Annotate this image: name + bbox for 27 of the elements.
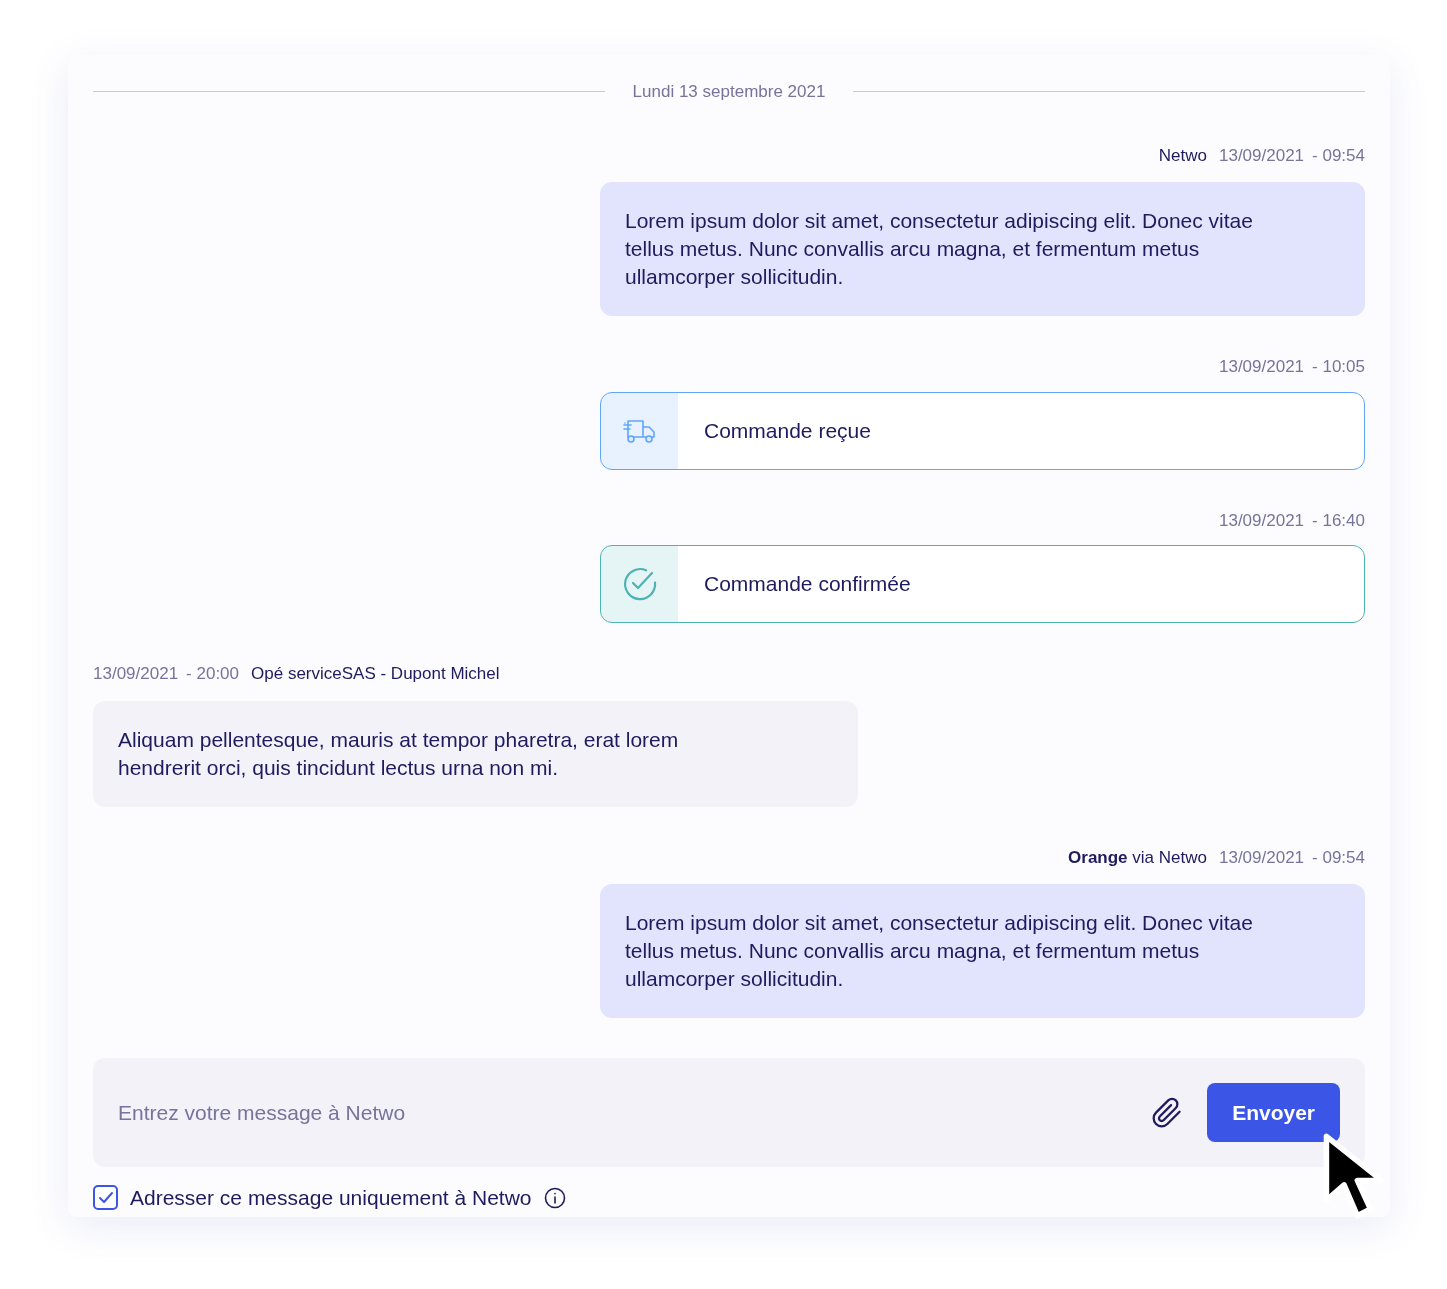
message-input[interactable]: Entrez votre message à Netwo: [118, 1096, 1152, 1129]
message-date: 13/09/2021: [1218, 356, 1305, 378]
status-text: Commande reçue: [704, 417, 871, 444]
message-date: 13/09/2021: [1218, 144, 1305, 167]
send-button[interactable]: Envoyer: [1207, 1083, 1340, 1142]
message-bubble: Aliquam pellentesque, mauris at tempor pharetra, erat lorem hendrerit orci, quis tincidunt lectus urna non mi.: [93, 700, 858, 807]
status-text: Commande confirmée: [704, 571, 911, 598]
message-time: - 09:54: [1312, 846, 1365, 869]
message-bubble: Lorem ipsum dolor sit amet, consectetur adipiscing elit. Donec vitae tellus metus. Nunc convallis arcu magna, et fermentum metus ullamcorper sollicitudin.: [600, 182, 1365, 316]
message-author: Netwo: [1158, 145, 1207, 165]
message-date: 13/09/2021: [1218, 846, 1305, 869]
check-circle-icon: [621, 566, 658, 602]
checkbox-label: Adresser ce message uniquement à Netwo: [130, 1185, 532, 1211]
info-icon[interactable]: [543, 1186, 566, 1209]
message-author: Orange via Netwo: [1068, 847, 1207, 867]
message-bubble: Lorem ipsum dolor sit amet, consectetur adipiscing elit. Donec vitae tellus metus. Nunc convallis arcu magna, et fermentum metus ullamcorper sollicitudin.: [600, 884, 1365, 1018]
message-time: - 16:40: [1312, 509, 1365, 532]
date-divider-label: Lundi 13 septembre 2021: [631, 81, 827, 103]
message-time: - 10:05: [1312, 356, 1365, 378]
message-date: 13/09/2021: [93, 663, 179, 685]
checkbox[interactable]: [93, 1185, 118, 1211]
message-date: 13/09/2021: [1218, 509, 1305, 532]
paperclip-icon[interactable]: [1151, 1096, 1184, 1129]
message-time: - 09:54: [1312, 144, 1365, 167]
message-author: Opé serviceSAS - Dupont Michel: [251, 664, 500, 683]
checkmark-icon: [97, 1190, 114, 1205]
message-time: - 20:00: [186, 663, 240, 685]
